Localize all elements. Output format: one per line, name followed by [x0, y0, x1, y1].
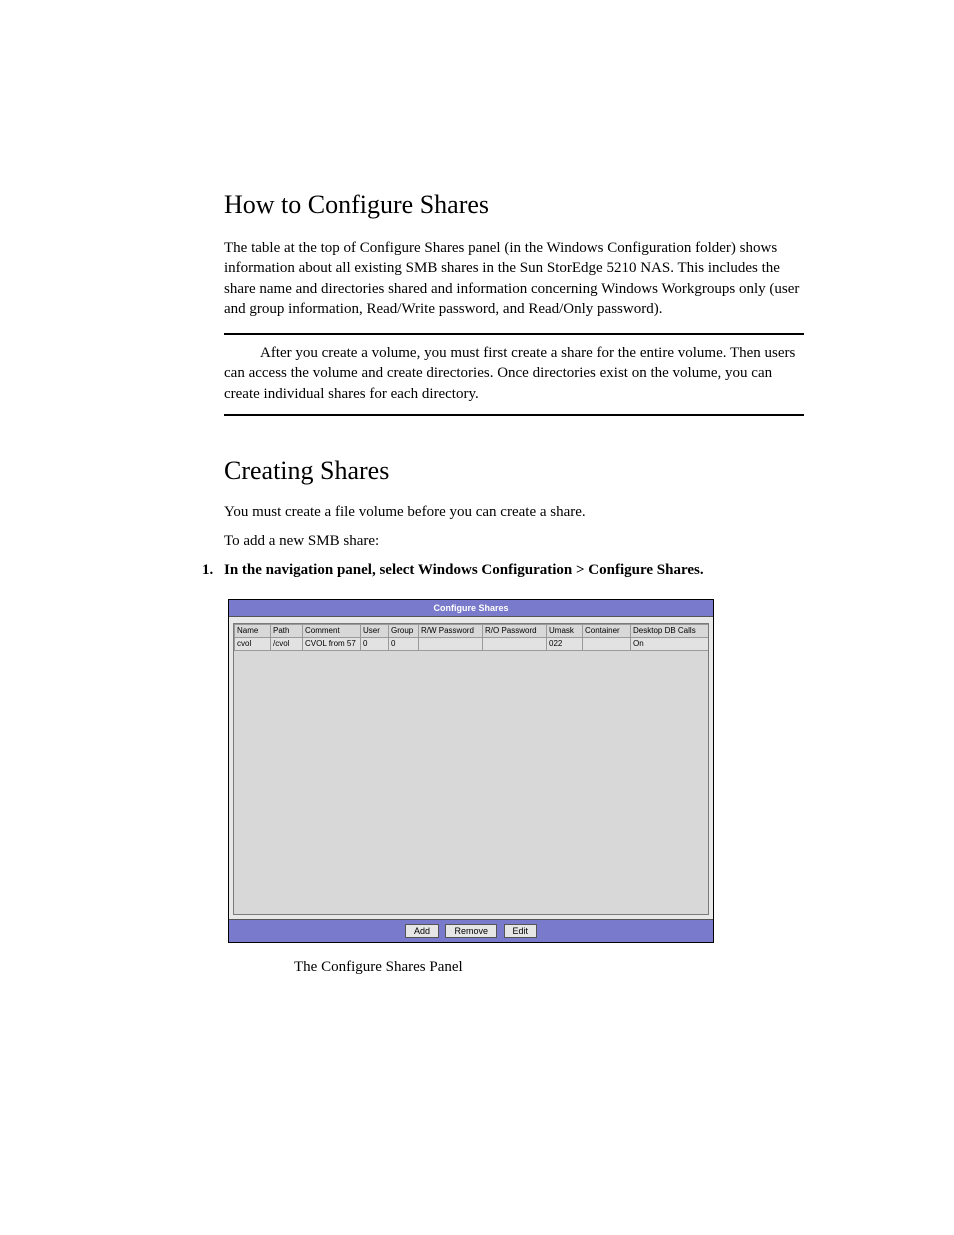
paragraph-to-add: To add a new SMB share:: [224, 533, 804, 550]
panel-title: Configure Shares: [229, 600, 713, 617]
cell-desktop: On: [631, 637, 710, 650]
heading-how-to-configure-shares: How to Configure Shares: [224, 190, 804, 220]
step-1: 1.In the navigation panel, select Window…: [202, 562, 804, 579]
cell-group: 0: [389, 637, 419, 650]
col-umask[interactable]: Umask: [547, 624, 583, 637]
paragraph-prereq: You must create a file volume before you…: [224, 504, 804, 521]
cell-ro: [483, 637, 547, 650]
col-rw-password[interactable]: R/W Password: [419, 624, 483, 637]
panel-body: Name Path Comment User Group R/W Passwor…: [229, 617, 713, 919]
cell-container: [583, 637, 631, 650]
col-container[interactable]: Container: [583, 624, 631, 637]
col-name[interactable]: Name: [235, 624, 271, 637]
cell-name: cvol: [235, 637, 271, 650]
edit-button[interactable]: Edit: [504, 924, 538, 938]
step-1-number: 1.: [202, 562, 224, 579]
col-ro-password[interactable]: R/O Password: [483, 624, 547, 637]
cell-comment: CVOL from 57: [303, 637, 361, 650]
col-path[interactable]: Path: [271, 624, 303, 637]
figure-caption: The Configure Shares Panel: [294, 959, 804, 976]
panel-footer: Add Remove Edit: [229, 919, 713, 942]
col-user[interactable]: User: [361, 624, 389, 637]
cell-path: /cvol: [271, 637, 303, 650]
heading-creating-shares: Creating Shares: [224, 456, 804, 486]
col-comment[interactable]: Comment: [303, 624, 361, 637]
shares-table-container: Name Path Comment User Group R/W Passwor…: [233, 623, 709, 915]
table-row[interactable]: cvol /cvol CVOL from 57 0 0 022 On: [235, 637, 710, 650]
note-text: After you create a volume, you must firs…: [224, 343, 804, 404]
col-desktop-db[interactable]: Desktop DB Calls: [631, 624, 710, 637]
shares-table: Name Path Comment User Group R/W Passwor…: [234, 624, 709, 651]
document-page: How to Configure Shares The table at the…: [0, 0, 954, 1235]
add-button[interactable]: Add: [405, 924, 439, 938]
paragraph-overview: The table at the top of Configure Shares…: [224, 238, 804, 319]
remove-button[interactable]: Remove: [445, 924, 497, 938]
cell-rw: [419, 637, 483, 650]
cell-user: 0: [361, 637, 389, 650]
table-header-row: Name Path Comment User Group R/W Passwor…: [235, 624, 710, 637]
configure-shares-panel: Configure Shares Name Path Comment User …: [228, 599, 714, 943]
note-box: After you create a volume, you must firs…: [224, 333, 804, 416]
col-group[interactable]: Group: [389, 624, 419, 637]
step-1-text: In the navigation panel, select Windows …: [224, 562, 704, 578]
cell-umask: 022: [547, 637, 583, 650]
